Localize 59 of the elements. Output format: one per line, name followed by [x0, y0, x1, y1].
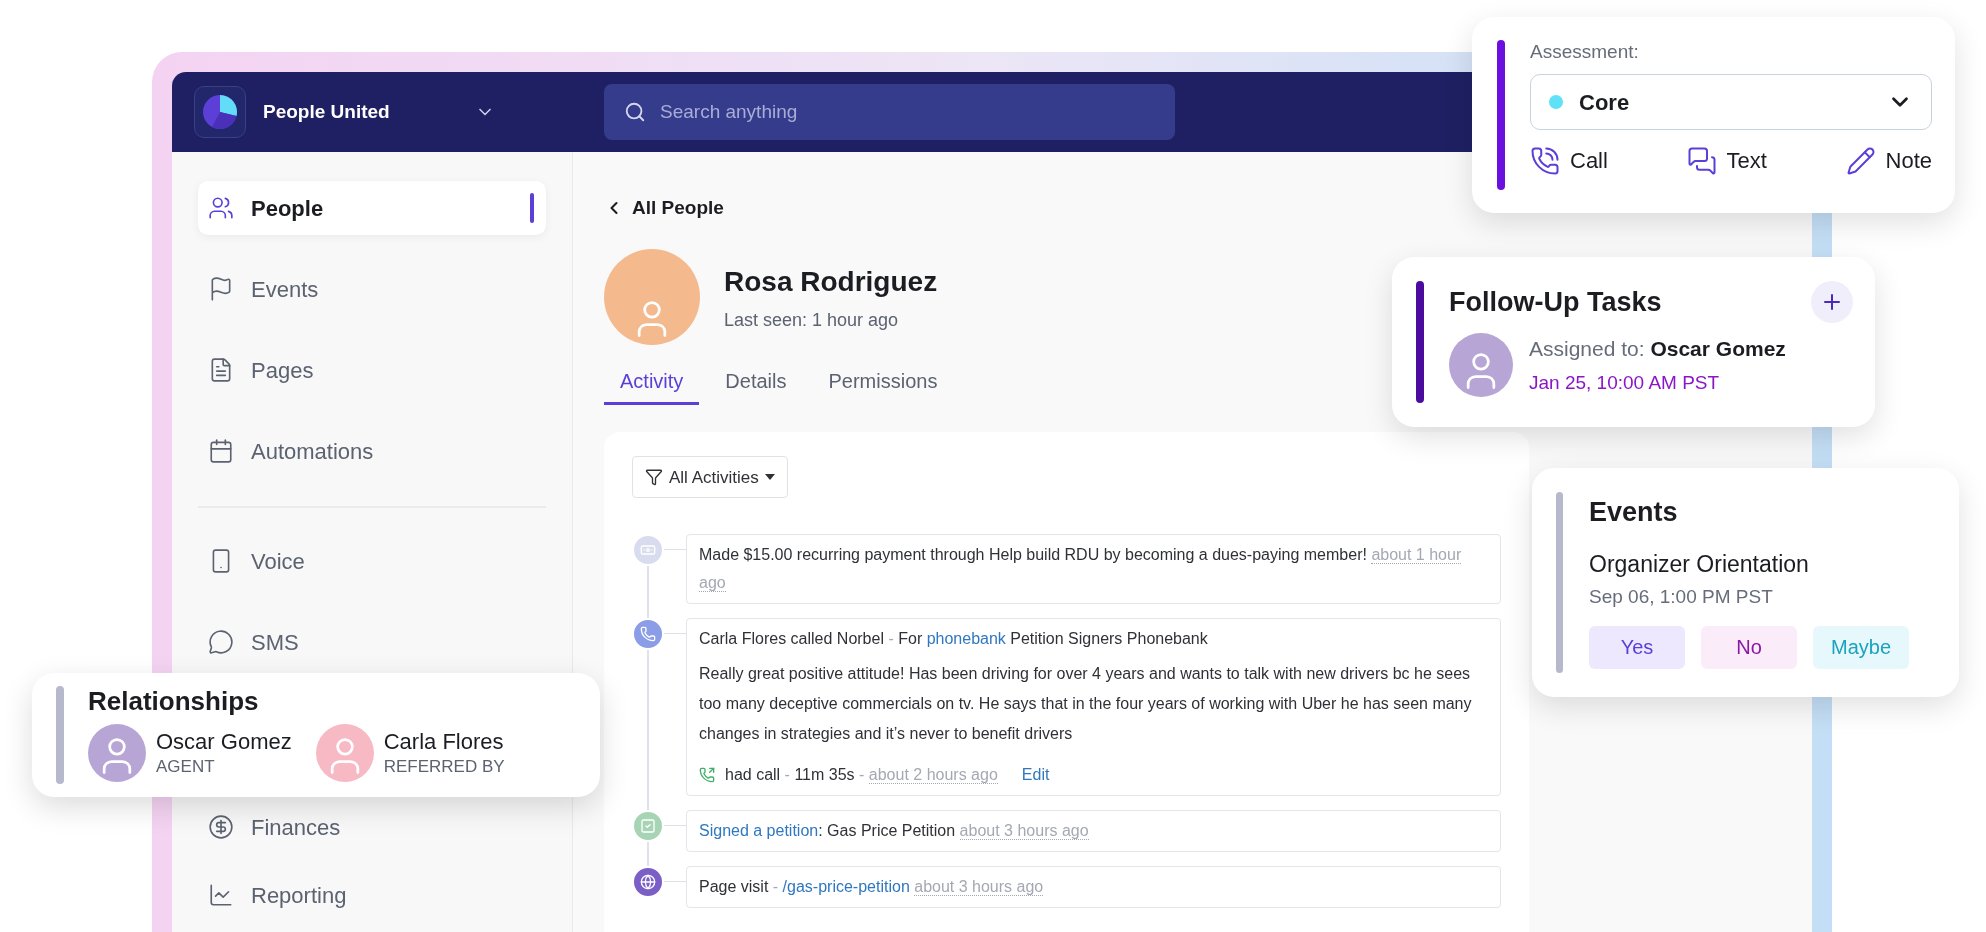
calendar-icon [208, 438, 234, 464]
inline-link[interactable]: Signed a petition [699, 822, 819, 840]
person-name: Rosa Rodriguez [724, 264, 938, 299]
card-title: Events [1589, 496, 1679, 529]
action-button[interactable]: Text [1686, 144, 1767, 177]
line-chart-icon [208, 882, 234, 908]
tab[interactable]: Activity [604, 359, 700, 406]
assessment-select[interactable]: Core [1530, 74, 1932, 130]
due-date: Jan 25, 10:00 AM PST [1529, 370, 1721, 395]
activity-text: Carla Flores called Norbel - For phonebank Petition Signers Phonebank [699, 629, 1209, 650]
dollar-icon [208, 814, 234, 840]
pencil-icon [1845, 145, 1876, 176]
nav-item[interactable]: Finances [198, 800, 546, 854]
person-name: Carla Flores [383, 728, 505, 756]
person-role: AGENT [156, 756, 216, 778]
action-button[interactable]: Note [1845, 144, 1932, 177]
person-role: REFERRED BY [383, 756, 505, 778]
rsvp-button[interactable]: Yes [1589, 625, 1685, 669]
org-name: People United [263, 99, 390, 124]
event-time: Sep 06, 1:00 PM PST [1589, 585, 1774, 609]
filter-button[interactable]: All Activities [632, 456, 788, 499]
nav-item[interactable]: Events [198, 262, 546, 316]
nav-item[interactable]: SMS [198, 615, 546, 669]
nav-item[interactable]: Voice [198, 534, 546, 588]
back-link[interactable]: All People [604, 194, 724, 223]
nav-item[interactable]: People [198, 181, 546, 235]
card-title: Relationships [88, 686, 260, 716]
nav-item[interactable]: Pages [198, 343, 546, 397]
phone-icon [699, 767, 715, 784]
add-button[interactable] [1811, 281, 1853, 323]
nav-item[interactable]: Reporting [198, 868, 546, 922]
nav-item[interactable]: Automations [198, 424, 546, 478]
activity-text: Signed a petition: Gas Price Petition about 3 hours ago [699, 821, 1090, 843]
phone-icon [1530, 145, 1560, 176]
chat-bubbles-icon [1686, 145, 1717, 176]
chat-bubble-icon [208, 629, 234, 655]
tab[interactable]: Permissions [812, 359, 954, 406]
logo [194, 86, 246, 138]
inline-link[interactable]: /gas-price-petition [782, 878, 910, 896]
event-name: Organizer Orientation [1589, 549, 1810, 579]
edit-link[interactable]: Edit [1021, 761, 1050, 790]
tab[interactable]: Details [709, 359, 803, 406]
search-field[interactable]: Search anything [604, 84, 1175, 140]
last-seen: Last seen: 1 hour ago [724, 308, 900, 332]
caret-icon [764, 474, 775, 481]
action-button[interactable]: Call [1530, 144, 1608, 177]
card-title: Follow-Up Tasks [1449, 285, 1662, 319]
activity-text: Page visit - /gas-price-petition about 3 hours ago [699, 877, 1045, 899]
person-name: Oscar Gomez [156, 728, 292, 756]
assessment-label: Assessment: [1530, 40, 1640, 64]
users-icon [208, 195, 234, 221]
funnel-icon [645, 468, 663, 487]
assignee-text: Assigned to: Oscar Gomez [1529, 336, 1786, 362]
call-summary: had call - 11m 35s - about 2 hours ago [725, 765, 998, 787]
rsvp-button[interactable]: No [1701, 625, 1797, 669]
inline-link[interactable]: phonebank [926, 630, 1006, 648]
activity-text: Made $15.00 recurring payment through Help build RDU by becoming a dues-paying member! about 1 hour ago [699, 545, 1463, 595]
call-note: Really great positive attitude! Has been driving for over 4 years and wants to talk with new drivers bc he sees too many deceptive commercials on tv. He says that in the four years of working with Uber he has seen many changes in strategies and it’s never to benefit drivers [699, 664, 1473, 745]
search-icon [624, 101, 646, 123]
